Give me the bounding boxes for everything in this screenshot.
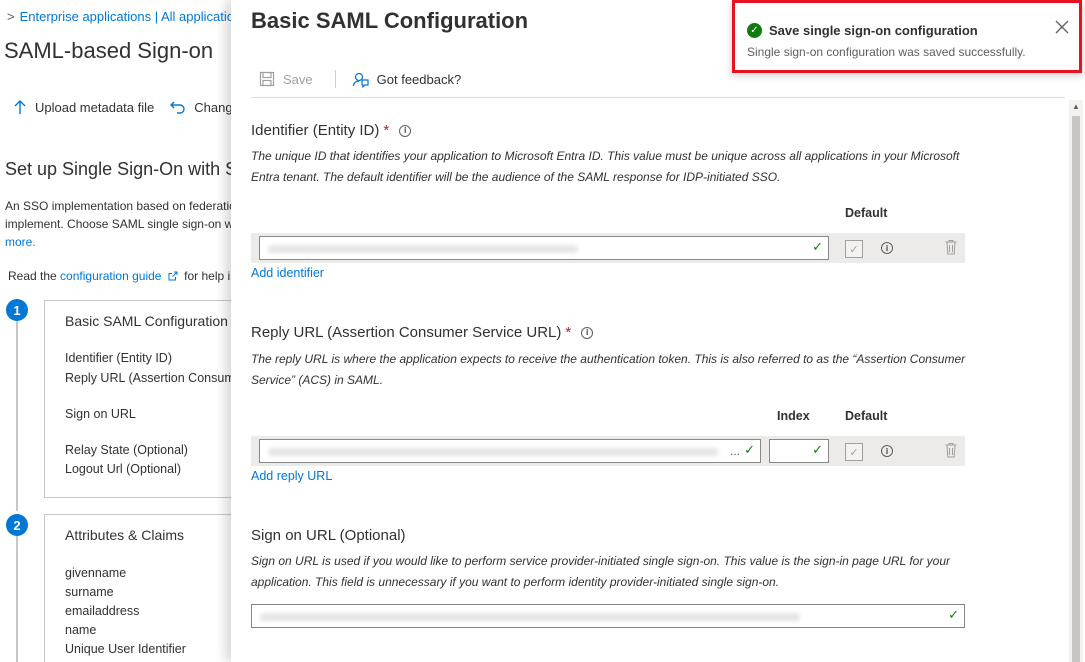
breadcrumb-chevron-icon: > [7,9,15,24]
sign-on-url-section-title: Sign on URL (Optional) [251,527,406,544]
step-2-title: Attributes & Claims [65,527,185,543]
valid-check-icon: ✓ [812,240,823,255]
save-button[interactable]: Save [259,71,313,87]
configuration-guide-link[interactable]: configuration guide [60,269,161,283]
notification-message: Single sign-on configuration was saved s… [747,45,1026,59]
toolbar-separator [251,97,1065,98]
save-icon [259,71,275,87]
info-icon[interactable]: i [399,124,412,137]
blade-title: Basic SAML Configuration [251,8,529,33]
step-1-item: Logout Url (Optional) [65,462,182,476]
toolbar-divider [334,70,336,88]
index-column-header: Index [777,409,810,423]
step-1-item: Sign on URL [65,407,136,421]
default-column-header: Default [845,409,888,423]
default-checkbox[interactable]: ✓ [845,443,863,461]
scroll-up-icon[interactable]: ▲ [1072,102,1080,111]
truncation-ellipsis: ... [729,444,740,458]
intro-line: An SSO implementation based on federatio… [5,199,240,213]
change-sso-mode-button[interactable]: Change single sign-on mode [170,99,240,115]
default-checkbox[interactable]: ✓ [845,240,863,258]
info-icon[interactable]: i [581,326,594,339]
delete-icon[interactable] [945,239,957,255]
config-guide-text: Read the configuration guide for help in… [8,269,240,283]
redacted-value [260,613,800,621]
reply-url-label: Reply URL (Assertion Consumer Service UR… [251,324,562,341]
add-reply-url-link[interactable]: Add reply URL [251,469,332,483]
reply-url-description: The reply URL is where the application e… [251,352,966,387]
valid-check-icon: ✓ [812,443,823,458]
step-2-item: surname [65,585,114,599]
identifier-input[interactable]: ✓ [259,236,829,260]
background-page: > Enterprise applications | All applicati… [0,0,240,662]
redacted-value [268,448,718,456]
step-connector [16,321,18,511]
blade-scrollbar[interactable]: ▲ [1069,100,1083,662]
save-label: Save [283,71,313,87]
page-title: SAML-based Sign-on [4,38,214,63]
identifier-description: The unique ID that identifies your appli… [251,149,960,184]
step-connector [16,536,18,662]
step-1-badge: 1 [6,299,28,321]
close-icon[interactable] [1055,20,1069,34]
upload-icon [14,100,26,114]
blade-toolbar: Save Got feedback? [259,70,461,88]
valid-check-icon: ✓ [744,443,755,458]
reply-url-section-title: Reply URL (Assertion Consumer Service UR… [251,324,594,341]
required-marker: * [565,324,572,341]
learn-more-link[interactable]: more. [5,233,240,251]
required-marker: * [383,122,390,139]
step-2-badge: 2 [6,514,28,536]
external-link-icon [168,271,178,281]
upload-metadata-button[interactable]: Upload metadata file [13,99,154,115]
sign-on-url-description: Sign on URL is used if you would like to… [251,554,951,589]
identifier-label: Identifier (Entity ID) [251,122,380,139]
valid-check-icon: ✓ [948,608,959,623]
step-2-item: emailaddress [65,604,140,618]
guide-prefix: Read the [8,269,61,283]
index-input[interactable]: ✓ [769,439,829,463]
intro-text: An SSO implementation based on federatio… [5,197,240,251]
undo-icon [170,101,185,114]
sign-on-url-label: Sign on URL (Optional) [251,527,406,544]
add-identifier-link[interactable]: Add identifier [251,266,324,280]
step-1-card[interactable]: Basic SAML Configuration Identifier (Ent… [44,300,240,498]
sign-on-url-input[interactable]: ✓ [251,604,965,628]
breadcrumb-link[interactable]: Enterprise applications | All applicatio… [20,9,240,24]
success-check-icon: ✓ [747,23,762,38]
default-column-header: Default [845,206,888,220]
info-icon[interactable]: i [881,242,893,254]
identifier-section-title: Identifier (Entity ID) * i [251,122,412,139]
upload-metadata-label: Upload metadata file [35,99,155,115]
success-notification: ✓ Save single sign-on configuration Sing… [732,0,1082,73]
info-icon[interactable]: i [881,445,893,457]
step-2-item: Unique User Identifier [65,642,186,656]
basic-saml-blade: Basic SAML Configuration Save Got feedba… [231,0,1085,662]
feedback-label: Got feedback? [376,71,462,87]
reply-url-input[interactable]: ... ✓ [259,439,761,463]
step-2-item: name [65,623,97,637]
delete-icon[interactable] [945,442,957,458]
page-toolbar: Upload metadata file Change single sign-… [13,99,240,115]
section-heading: Set up Single Sign-On with SAML [5,159,240,179]
redacted-value [268,245,578,253]
notification-title: Save single sign-on configuration [769,23,978,38]
step-2-card[interactable]: Attributes & Claims givenname surname em… [44,514,240,662]
step-1-item: Identifier (Entity ID) [65,351,172,365]
feedback-button[interactable]: Got feedback? [352,71,462,88]
scrollbar-thumb[interactable] [1072,116,1080,662]
step-1-item: Relay State (Optional) [65,443,188,457]
intro-line: implement. Choose SAML single sign-on wh… [5,217,240,231]
step-1-item: Reply URL (Assertion Consumer Service UR… [65,371,240,385]
feedback-icon [352,72,369,88]
step-1-title: Basic SAML Configuration [65,313,228,329]
step-2-item: givenname [65,566,127,580]
breadcrumb[interactable]: > Enterprise applications | All applicati… [7,9,240,24]
